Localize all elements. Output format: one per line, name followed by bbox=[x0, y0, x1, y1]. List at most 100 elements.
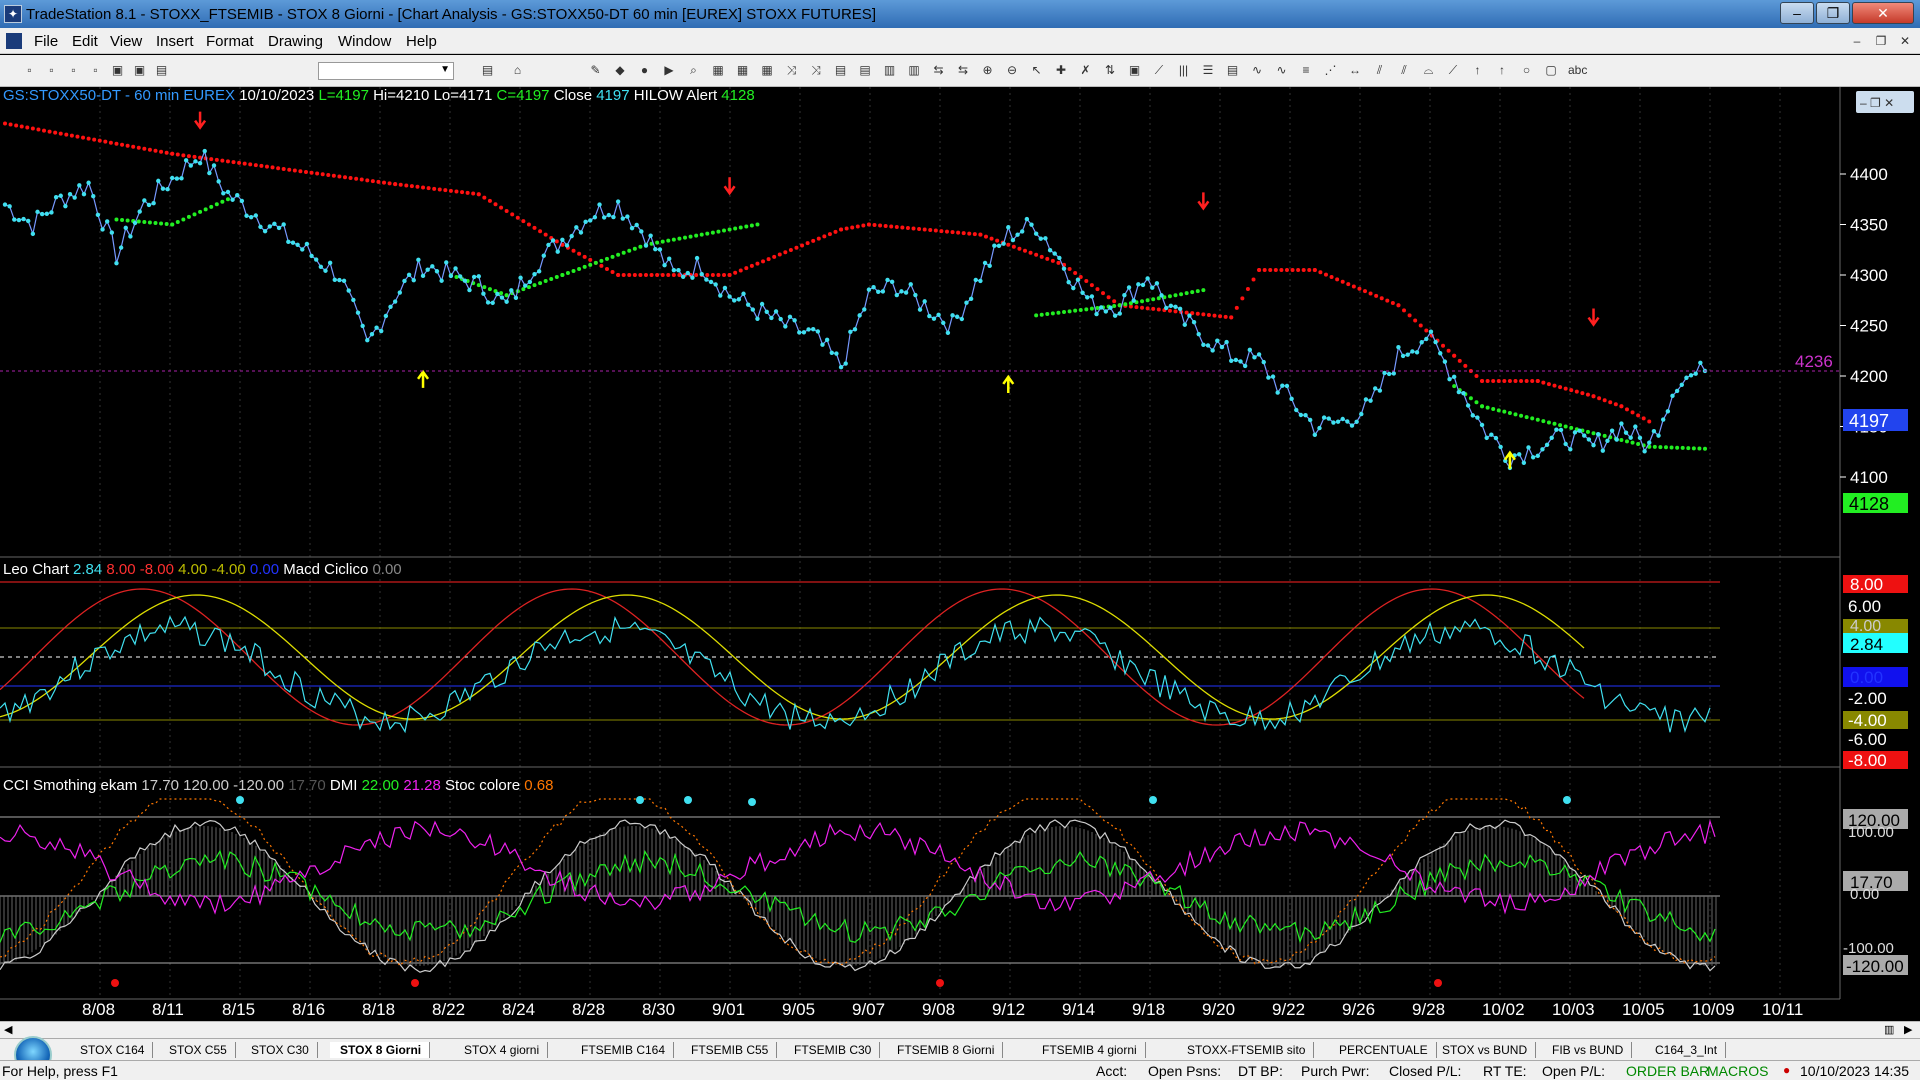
toolbar-tool-icon[interactable]: ▫ bbox=[22, 63, 37, 78]
toolbar-tool-icon[interactable]: ⟋ bbox=[1446, 63, 1461, 78]
workspace-tab[interactable]: STOXX-FTSEMIB sito bbox=[1177, 1042, 1315, 1058]
toolbar-tool-icon[interactable]: ▣ bbox=[110, 63, 125, 78]
workspace-tab[interactable]: STOX vs BUND bbox=[1432, 1042, 1537, 1058]
workspace-tab[interactable]: PERCENTUALE bbox=[1329, 1042, 1437, 1058]
toolbar-tool-icon[interactable]: ○ bbox=[1519, 63, 1534, 78]
close-button[interactable]: ✕ bbox=[1852, 2, 1914, 24]
toolbar-tool-icon[interactable]: ∿ bbox=[1250, 63, 1265, 78]
toolbar-tool-icon[interactable]: ⫽ bbox=[1372, 63, 1387, 78]
toolbar-tool-icon[interactable]: ||| bbox=[1176, 63, 1191, 78]
toolbar-tool-icon[interactable]: ▤ bbox=[858, 63, 873, 78]
toolbar-tool-icon[interactable]: ⇆ bbox=[956, 63, 971, 78]
menu-format[interactable]: Format bbox=[206, 33, 254, 50]
menu-view[interactable]: View bbox=[110, 33, 142, 50]
toolbar-tool-icon[interactable]: ◆ bbox=[613, 63, 628, 78]
horizontal-scrollbar[interactable]: ◀ ▥ ▶ bbox=[0, 1021, 1920, 1038]
workspace-tab[interactable]: FTSEMIB C30 bbox=[784, 1042, 881, 1058]
toolbar-tool-icon[interactable]: ▤ bbox=[480, 63, 495, 78]
toolbar-tool-icon[interactable]: ▫ bbox=[44, 63, 59, 78]
chart-analysis-window[interactable]: 4100415042004250430043504400 8/088/118/1… bbox=[0, 87, 1920, 1021]
toolbar-tool-icon[interactable]: ∿ bbox=[1274, 63, 1289, 78]
toolbar-tool-icon[interactable]: ▣ bbox=[132, 63, 147, 78]
toolbar-tool-icon[interactable]: ▤ bbox=[154, 63, 169, 78]
chart-window-icon[interactable] bbox=[6, 33, 22, 49]
scroll-left-icon[interactable]: ◀ bbox=[4, 1023, 12, 1036]
toolbar-tool-icon[interactable]: ⊕ bbox=[980, 63, 995, 78]
toolbar-tool-icon[interactable]: ⌓ bbox=[1421, 63, 1436, 78]
toolbar-tool-icon[interactable]: abc bbox=[1568, 63, 1587, 78]
hilow-red-point bbox=[1089, 283, 1094, 288]
mdi-minimize-button[interactable]: – bbox=[1848, 32, 1866, 50]
workspace-tab[interactable]: STOX C164 bbox=[70, 1042, 154, 1058]
menu-insert[interactable]: Insert bbox=[156, 33, 194, 50]
toolbar-tool-icon[interactable]: ⫽ bbox=[1397, 63, 1412, 78]
workspace-tab[interactable]: FIB vs BUND bbox=[1542, 1042, 1633, 1058]
toolbar-tool-icon[interactable]: ▫ bbox=[66, 63, 81, 78]
toolbar-tool-icon[interactable]: ✎ bbox=[588, 63, 603, 78]
menu-drawing[interactable]: Drawing bbox=[268, 33, 323, 50]
macros-button[interactable]: MACROS bbox=[1707, 1063, 1768, 1079]
workspace-tab[interactable]: FTSEMIB C164 bbox=[571, 1042, 675, 1058]
menu-edit[interactable]: Edit bbox=[72, 33, 98, 50]
workspace-tab[interactable]: STOX C30 bbox=[241, 1042, 318, 1058]
price-point bbox=[1614, 437, 1619, 442]
toolbar-tool-icon[interactable]: ⇆ bbox=[931, 63, 946, 78]
scroll-thumb-icon[interactable]: ▥ bbox=[1884, 1023, 1894, 1036]
maximize-button[interactable]: ❐ bbox=[1816, 2, 1850, 24]
symbol-dropdown[interactable]: ▼ bbox=[318, 62, 454, 80]
toolbar-tool-icon[interactable]: ▢ bbox=[1544, 63, 1559, 78]
toolbar-tool-icon[interactable]: ↑ bbox=[1470, 63, 1485, 78]
subwindow-min-icon[interactable]: – ❐ ✕ bbox=[1860, 96, 1894, 110]
price-point bbox=[495, 291, 500, 297]
toolbar-tool-icon[interactable]: ▥ bbox=[882, 63, 897, 78]
toolbar-tool-icon[interactable]: ↔ bbox=[1348, 63, 1363, 78]
toolbar-tool-icon[interactable]: ▦ bbox=[760, 63, 775, 78]
toolbar-tool-icon[interactable]: ⤨ bbox=[809, 63, 824, 78]
toolbar-tool-icon[interactable]: ● bbox=[637, 63, 652, 78]
toolbar-tool-icon[interactable]: ▤ bbox=[833, 63, 848, 78]
toolbar-tool-icon[interactable]: ☰ bbox=[1201, 63, 1216, 78]
toolbar-tool-icon[interactable]: ▥ bbox=[907, 63, 922, 78]
order-bar-button[interactable]: ORDER BAR bbox=[1626, 1063, 1709, 1079]
price-point bbox=[67, 192, 73, 197]
menu-help[interactable]: Help bbox=[406, 33, 437, 50]
toolbar-tool-icon[interactable]: ✗ bbox=[1078, 63, 1093, 78]
toolbar-tool-icon[interactable]: ↑ bbox=[1495, 63, 1510, 78]
workspace-tab[interactable]: FTSEMIB 8 Giorni bbox=[887, 1042, 1004, 1058]
toolbar-tool-icon[interactable]: ▫ bbox=[88, 63, 103, 78]
workspace-tab[interactable]: C164_3_Int bbox=[1645, 1042, 1727, 1058]
workspace-tab[interactable]: STOX C55 bbox=[159, 1042, 236, 1058]
toolbar-tool-icon[interactable]: ▦ bbox=[711, 63, 726, 78]
toolbar-tool-icon[interactable]: ▣ bbox=[1127, 63, 1142, 78]
mdi-close-button[interactable]: ✕ bbox=[1896, 32, 1914, 50]
price-point bbox=[462, 278, 468, 283]
workspace-tab[interactable]: STOX 8 Giorni bbox=[330, 1042, 431, 1058]
toolbar-tool-icon[interactable]: ⌂ bbox=[510, 63, 525, 78]
hilow-red-point bbox=[905, 226, 910, 231]
toolbar-tool-icon[interactable]: ✚ bbox=[1054, 63, 1069, 78]
toolbar-tool-icon[interactable]: ↖ bbox=[1029, 63, 1044, 78]
scroll-right-icon[interactable]: ▶ bbox=[1904, 1023, 1912, 1036]
toolbar-tool-icon[interactable]: ⤨ bbox=[784, 63, 799, 78]
hilow-red-point bbox=[376, 179, 381, 184]
workspace-tab[interactable]: FTSEMIB C55 bbox=[681, 1042, 778, 1058]
stoc-top-dot bbox=[636, 796, 644, 804]
toolbar-tool-icon[interactable]: ▶ bbox=[662, 63, 677, 78]
toolbar-tool-icon[interactable]: ⊖ bbox=[1005, 63, 1020, 78]
toolbar-tool-icon[interactable]: ▦ bbox=[735, 63, 750, 78]
workspace-tab[interactable]: FTSEMIB 4 giorni bbox=[1032, 1042, 1146, 1058]
price-point bbox=[281, 222, 286, 227]
toolbar-tool-icon[interactable]: ≡ bbox=[1299, 63, 1314, 78]
menu-file[interactable]: File bbox=[34, 33, 58, 50]
menu-window[interactable]: Window bbox=[338, 33, 391, 50]
toolbar-tool-icon[interactable]: ▤ bbox=[1225, 63, 1240, 78]
toolbar-tool-icon[interactable]: ⌕ bbox=[686, 63, 701, 78]
minimize-button[interactable]: – bbox=[1780, 2, 1814, 24]
hilow-red-point bbox=[1218, 314, 1223, 319]
hilow-red-point bbox=[632, 273, 637, 277]
workspace-tab[interactable]: STOX 4 giorni bbox=[454, 1042, 549, 1058]
mdi-restore-button[interactable]: ❐ bbox=[1872, 32, 1890, 50]
toolbar-tool-icon[interactable]: ⇅ bbox=[1103, 63, 1118, 78]
toolbar-tool-icon[interactable]: ⋰ bbox=[1323, 63, 1338, 78]
toolbar-tool-icon[interactable]: ⟋ bbox=[1152, 63, 1167, 78]
